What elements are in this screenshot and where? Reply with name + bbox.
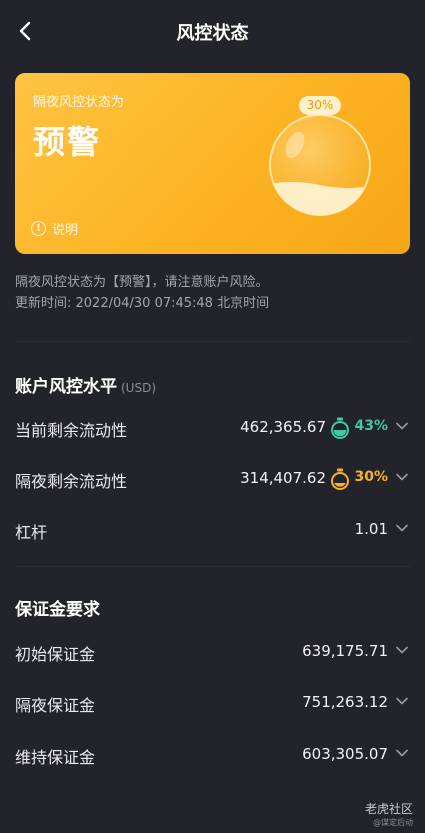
info-label: 说明 [52, 223, 79, 238]
row-current-liquidity[interactable]: 当前剩余流动性 462,365.67 43% [15, 413, 410, 443]
card-label: 隔夜风控状态为 [33, 95, 125, 110]
chevron-down-icon[interactable] [396, 524, 408, 532]
gauge-icon-yellow [331, 468, 349, 490]
row-value: 462,365.67 [240, 418, 326, 436]
chevron-down-icon[interactable] [396, 646, 408, 654]
risk-status-card: 隔夜风控状态为 预警 30% ! 说明 [15, 73, 410, 254]
row-leverage[interactable]: 杠杆 1.01 [15, 515, 410, 545]
row-label: 当前剩余流动性 [15, 421, 128, 440]
divider [15, 566, 410, 567]
percent-badge: 30% [299, 96, 341, 115]
row-overnight-margin[interactable]: 隔夜保证金 751,263.12 [15, 688, 410, 718]
nav-bar: 风控状态 [0, 0, 425, 62]
chevron-down-icon[interactable] [396, 422, 408, 430]
row-percent: 43% [354, 418, 388, 434]
section-title-risk: 账户风控水平 (USD) [15, 372, 156, 397]
info-link[interactable]: ! 说明 [31, 219, 78, 238]
row-label: 初始保证金 [15, 645, 96, 664]
row-value: 751,263.12 [302, 693, 388, 711]
risk-section-title: 账户风控水平 [15, 377, 117, 397]
row-label: 隔夜剩余流动性 [15, 472, 128, 491]
chevron-down-icon[interactable] [396, 473, 408, 481]
row-label: 维持保证金 [15, 748, 96, 767]
status-description: 隔夜风控状态为【预警】，请注意账户风险。 [15, 275, 269, 290]
section-title-margin: 保证金要求 [15, 600, 100, 620]
watermark: 老虎社区 @谋定后动 [365, 800, 413, 828]
page-title: 风控状态 [176, 23, 249, 44]
gauge-icon-green [331, 417, 349, 439]
row-overnight-liquidity[interactable]: 隔夜剩余流动性 314,407.62 30% [15, 464, 410, 494]
row-value: 314,407.62 [240, 469, 326, 487]
chevron-down-icon[interactable] [396, 697, 408, 705]
row-value: 603,305.07 [302, 745, 388, 763]
chevron-down-icon[interactable] [396, 749, 408, 757]
divider [15, 341, 410, 342]
watermark-handle: @谋定后动 [373, 818, 413, 827]
row-initial-margin[interactable]: 初始保证金 639,175.71 [15, 637, 410, 667]
row-maintenance-margin[interactable]: 维持保证金 603,305.07 [15, 740, 410, 770]
currency-unit: (USD) [121, 381, 157, 395]
row-value: 1.01 [354, 520, 388, 538]
row-value: 639,175.71 [302, 642, 388, 660]
row-percent: 30% [354, 469, 388, 485]
row-label: 隔夜保证金 [15, 696, 96, 715]
risk-status-text: 预警 [33, 123, 102, 161]
watermark-title: 老虎社区 [364, 802, 413, 816]
update-time: 更新时间: 2022/04/30 07:45:48 北京时间 [15, 296, 270, 311]
row-label: 杠杆 [15, 523, 48, 542]
info-icon: ! [31, 221, 46, 236]
